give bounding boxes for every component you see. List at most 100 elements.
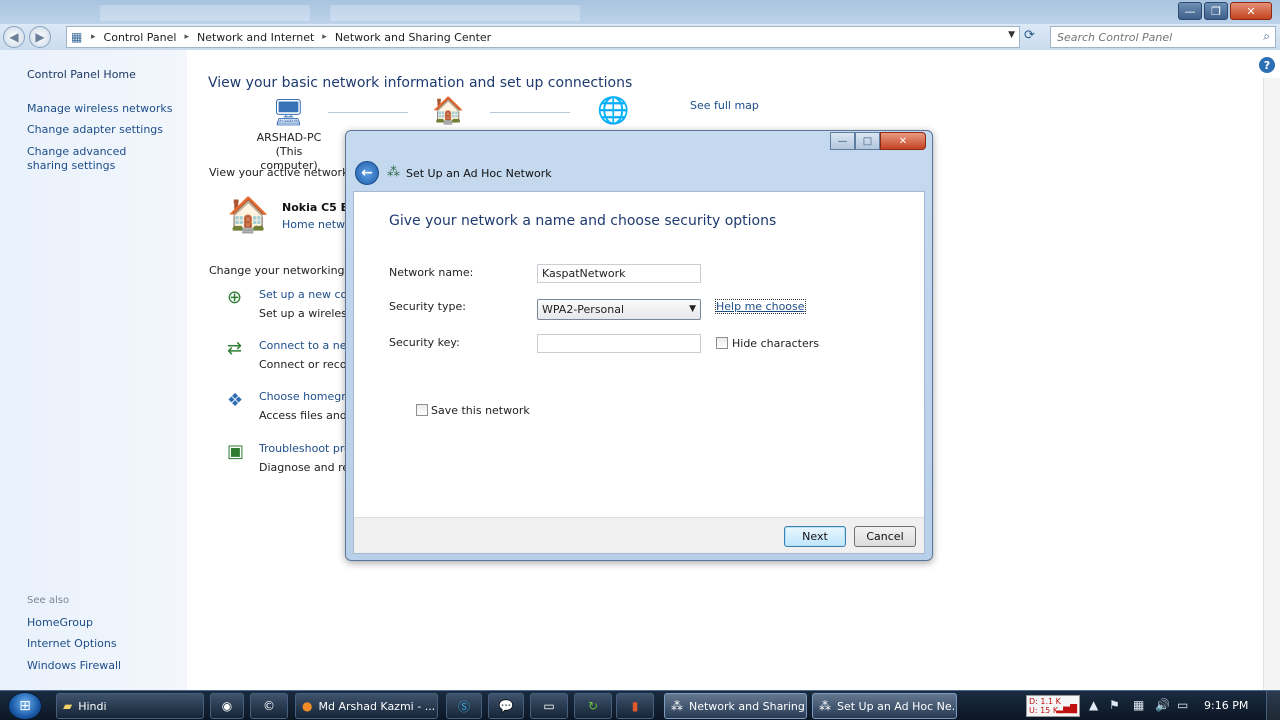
window-title-bar: — ❐ ✕ — [0, 0, 1280, 24]
system-clock[interactable]: 9:16 PM — [1204, 699, 1248, 712]
taskbar-pinned-app[interactable]: ◉ — [210, 693, 244, 719]
taskbar-item-label: Hindi — [78, 699, 107, 713]
house-icon: 🏠 — [432, 96, 465, 126]
bar-graph-icon: ▂▅▇ — [1056, 704, 1077, 714]
task-homegroup-link[interactable]: Choose homegro — [259, 390, 352, 403]
breadcrumb-control-panel[interactable]: Control Panel — [104, 31, 177, 44]
taskbar-item-label: Md Arshad Kazmi - ... — [318, 699, 436, 713]
sidebar-item-internet-options[interactable]: Internet Options — [27, 637, 117, 651]
monitor-icon: ▭ — [543, 699, 555, 713]
start-button[interactable]: ⊞ — [8, 692, 42, 720]
taskbar-pinned-app[interactable]: ▮ — [616, 693, 654, 719]
help-icon[interactable]: ? — [1259, 57, 1275, 73]
security-key-field[interactable] — [537, 334, 701, 353]
vertical-scrollbar[interactable] — [1263, 78, 1280, 690]
task-connect-network-desc: Connect or recon — [259, 358, 354, 371]
sidebar-item-windows-firewall[interactable]: Windows Firewall — [27, 659, 121, 673]
taskbar-item-label: Network and Sharing... — [689, 699, 807, 713]
sidebar-item-control-panel-home[interactable]: Control Panel Home — [27, 68, 136, 82]
breadcrumb-network-and-sharing-center[interactable]: Network and Sharing Center — [335, 31, 491, 44]
breadcrumb[interactable]: ▦ ▸ Control Panel ▸ Network and Internet… — [66, 26, 1020, 48]
security-type-label: Security type: — [389, 300, 466, 313]
chat-icon: 💬 — [498, 699, 514, 713]
security-type-value: WPA2-Personal — [542, 303, 625, 316]
display-icon[interactable]: ▭ — [1177, 698, 1188, 712]
troubleshoot-icon: ▣ — [227, 441, 245, 462]
taskbar-pinned-app[interactable]: 💬 — [488, 693, 524, 719]
help-me-choose-link[interactable]: Help me choose — [715, 299, 806, 314]
chevron-down-icon[interactable]: ▼ — [1008, 30, 1015, 40]
taskbar-pinned-app[interactable]: Ⓢ — [446, 693, 482, 719]
network-type-link[interactable]: Home netwo — [282, 218, 352, 231]
wizard-back-button[interactable]: ← — [355, 161, 379, 185]
connect-network-icon: ⇄ — [227, 338, 243, 359]
dialog-minimize-button[interactable]: — — [830, 132, 855, 150]
breadcrumb-separator-icon: ▸ — [322, 32, 327, 42]
next-button[interactable]: Next — [784, 526, 846, 547]
refresh-app-icon: ↻ — [587, 699, 599, 713]
action-center-flag-icon[interactable]: ⚑ — [1109, 698, 1120, 712]
security-type-select[interactable]: WPA2-Personal ▼ — [537, 299, 701, 320]
refresh-icon[interactable]: ⟳ — [1024, 28, 1035, 43]
dialog-heading: Give your network a name and choose secu… — [389, 213, 777, 229]
back-button[interactable]: ◀ — [3, 26, 25, 48]
see-full-map-link[interactable]: See full map — [690, 99, 759, 112]
taskbar-item-network-sharing[interactable]: ⁂ Network and Sharing... — [664, 693, 807, 719]
cancel-button[interactable]: Cancel — [854, 526, 916, 547]
change-settings-label: Change your networking se — [209, 264, 361, 277]
homegroup-icon: ❖ — [227, 390, 244, 411]
ccleaner-icon: © — [263, 699, 275, 713]
sidebar-item-manage-wireless[interactable]: Manage wireless networks — [27, 102, 172, 116]
volume-icon[interactable]: 🔊 — [1155, 698, 1170, 712]
network-tray-icon[interactable]: ▦ — [1133, 698, 1144, 712]
task-troubleshoot-link[interactable]: Troubleshoot pro — [259, 442, 351, 455]
taskbar-item-adhoc-wizard[interactable]: ⁂ Set Up an Ad Hoc Ne... — [812, 693, 957, 719]
save-network-label: Save this network — [431, 404, 530, 417]
sidebar-item-homegroup[interactable]: HomeGroup — [27, 616, 93, 630]
control-panel-icon: ▦ — [71, 30, 83, 44]
chevron-down-icon: ▼ — [689, 304, 696, 314]
breadcrumb-separator-icon: ▸ — [91, 32, 96, 42]
computer-icon: 🖥 — [272, 98, 306, 128]
hide-characters-checkbox[interactable] — [716, 337, 728, 349]
page-title: View your basic network information and … — [208, 75, 633, 91]
taskbar-pinned-app[interactable]: © — [250, 693, 288, 719]
skype-icon: Ⓢ — [457, 699, 470, 714]
dialog-title: Set Up an Ad Hoc Network — [406, 167, 552, 180]
firefox-icon: ● — [302, 699, 313, 713]
sidebar-item-advanced-sharing[interactable]: Change advanced sharing settings — [27, 145, 167, 173]
show-hidden-icons-icon[interactable]: ▲ — [1089, 698, 1098, 712]
show-desktop-button[interactable] — [1266, 691, 1280, 720]
taskbar: ⊞ ▰ Hindi ◉ © ● Md Arshad Kazmi - ... Ⓢ … — [0, 690, 1280, 720]
search-icon[interactable]: ⌕ — [1263, 29, 1270, 44]
breadcrumb-network-and-internet[interactable]: Network and Internet — [197, 31, 314, 44]
taskbar-item-firefox[interactable]: ● Md Arshad Kazmi - ... — [295, 693, 438, 719]
search-input[interactable] — [1057, 28, 1247, 46]
forward-button[interactable]: ▶ — [29, 26, 51, 48]
taskbar-pinned-app[interactable]: ↻ — [574, 693, 612, 719]
adhoc-network-icon: ⁂ — [387, 165, 400, 180]
hide-characters-label: Hide characters — [732, 337, 819, 350]
adhoc-wizard-dialog: — □ ✕ ← ⁂ Set Up an Ad Hoc Network Give … — [345, 130, 933, 561]
security-key-label: Security key: — [389, 336, 460, 349]
network-icon: ⁂ — [819, 699, 831, 713]
save-network-checkbox[interactable] — [416, 404, 428, 416]
globe-icon: 🌐 — [597, 96, 630, 126]
minimize-button[interactable]: — — [1178, 2, 1202, 20]
folder-icon: ▰ — [63, 699, 73, 713]
network-name-field[interactable] — [537, 264, 701, 283]
taskbar-item-hindi[interactable]: ▰ Hindi — [56, 693, 204, 719]
task-setup-connection-desc: Set up a wireless, — [259, 307, 357, 320]
new-connection-icon: ⊕ — [227, 287, 243, 308]
taskbar-item-label: Set Up an Ad Hoc Ne... — [837, 699, 957, 713]
dialog-close-button[interactable]: ✕ — [880, 132, 926, 150]
active-networks-label: View your active networks — [209, 166, 355, 179]
sidebar-item-change-adapter[interactable]: Change adapter settings — [27, 123, 163, 137]
dialog-maximize-button[interactable]: □ — [855, 132, 880, 150]
see-also-heading: See also — [27, 595, 70, 606]
network-icon: ⁂ — [671, 699, 683, 713]
maximize-button[interactable]: ❐ — [1204, 2, 1228, 20]
taskbar-pinned-app[interactable]: ▭ — [530, 693, 568, 719]
close-button[interactable]: ✕ — [1230, 2, 1272, 20]
winrar-icon: ▮ — [631, 699, 639, 713]
